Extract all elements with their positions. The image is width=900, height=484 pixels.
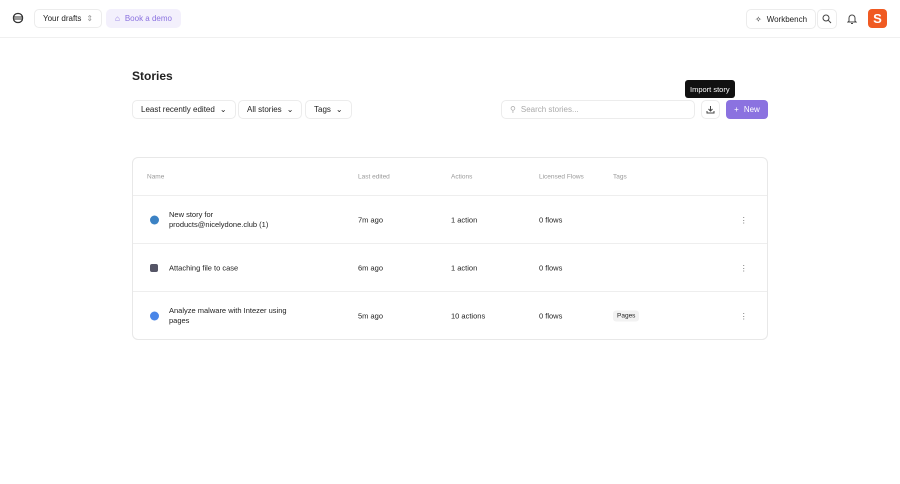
table-row[interactable]: New story for products@nicelydone.club (… (133, 196, 767, 244)
import-story-button[interactable] (701, 100, 720, 119)
chevron-updown-icon: ⇕ (86, 14, 94, 23)
chevron-down-icon: ⌄ (335, 105, 343, 114)
actions-count: 10 actions (451, 311, 486, 321)
more-options-icon[interactable]: ⋮ (740, 263, 748, 272)
table-header: Name Last edited Actions Licensed Flows … (133, 158, 767, 196)
drafts-selector[interactable]: Your drafts ⇕ (34, 9, 103, 28)
sort-dropdown[interactable]: Least recently edited ⌄ (132, 100, 236, 119)
new-label: New (743, 105, 760, 114)
story-name[interactable]: Analyze malware with Intezer using pages (169, 306, 299, 326)
sparkle-icon: ✧ (755, 14, 762, 24)
tags-label: Tags (314, 105, 331, 114)
search-input[interactable]: ⚲ Search stories... (501, 100, 695, 119)
more-options-icon[interactable]: ⋮ (740, 312, 748, 321)
workbench-button[interactable]: ✧ Workbench (746, 9, 817, 29)
last-edited: 5m ago (358, 311, 384, 321)
table-row[interactable]: Analyze malware with Intezer using pages… (133, 292, 767, 340)
last-edited: 7m ago (358, 215, 384, 224)
story-name[interactable]: New story for products@nicelydone.club (… (169, 210, 299, 230)
page-title: Stories (132, 69, 173, 83)
table-row[interactable]: Attaching file to case 6m ago 1 action 0… (133, 244, 767, 292)
actions-count: 1 action (451, 215, 478, 224)
chevron-down-icon: ⌄ (286, 105, 294, 114)
new-story-button[interactable]: + New (726, 100, 768, 119)
search-placeholder: Search stories... (520, 105, 579, 114)
search-button[interactable] (817, 9, 837, 29)
flows-count: 0 flows (539, 311, 563, 321)
header-licensed-flows: Licensed Flows (539, 173, 584, 180)
last-edited: 6m ago (358, 263, 384, 272)
stories-table: Name Last edited Actions Licensed Flows … (132, 157, 768, 340)
menu-icon[interactable] (12, 12, 24, 24)
sort-label: Least recently edited (141, 105, 215, 114)
search-icon (822, 14, 832, 24)
notifications-icon[interactable] (847, 13, 857, 24)
brand-logo[interactable]: S (868, 9, 887, 28)
story-name[interactable]: Attaching file to case (169, 263, 238, 272)
story-icon (150, 263, 158, 272)
download-icon (706, 106, 715, 114)
flows-count: 0 flows (539, 215, 563, 224)
workbench-label: Workbench (766, 14, 808, 24)
tag-badge: Pages (613, 310, 640, 322)
actions-count: 1 action (451, 263, 478, 272)
story-icon (150, 311, 159, 321)
search-icon: ⚲ (510, 105, 516, 114)
book-demo-label: Book a demo (124, 14, 172, 23)
top-bar: Your drafts ⇕ ⌂ Book a demo ✧ Workbench S (0, 0, 900, 38)
drafts-label: Your drafts (43, 14, 82, 23)
header-name: Name (147, 173, 165, 180)
chevron-down-icon: ⌄ (219, 105, 227, 114)
plus-icon: + (734, 105, 739, 114)
book-demo-button[interactable]: ⌂ Book a demo (106, 9, 181, 28)
header-tags: Tags (613, 173, 627, 180)
tags-dropdown[interactable]: Tags ⌄ (305, 100, 352, 119)
header-actions: Actions (451, 173, 473, 180)
scope-label: All stories (247, 105, 282, 114)
tooltip: Import story (685, 80, 735, 98)
story-icon (150, 215, 159, 224)
scope-dropdown[interactable]: All stories ⌄ (238, 100, 303, 119)
header-last-edited: Last edited (358, 173, 390, 180)
flows-count: 0 flows (539, 263, 563, 272)
bell-icon: ⌂ (115, 14, 120, 23)
more-options-icon[interactable]: ⋮ (740, 215, 748, 224)
